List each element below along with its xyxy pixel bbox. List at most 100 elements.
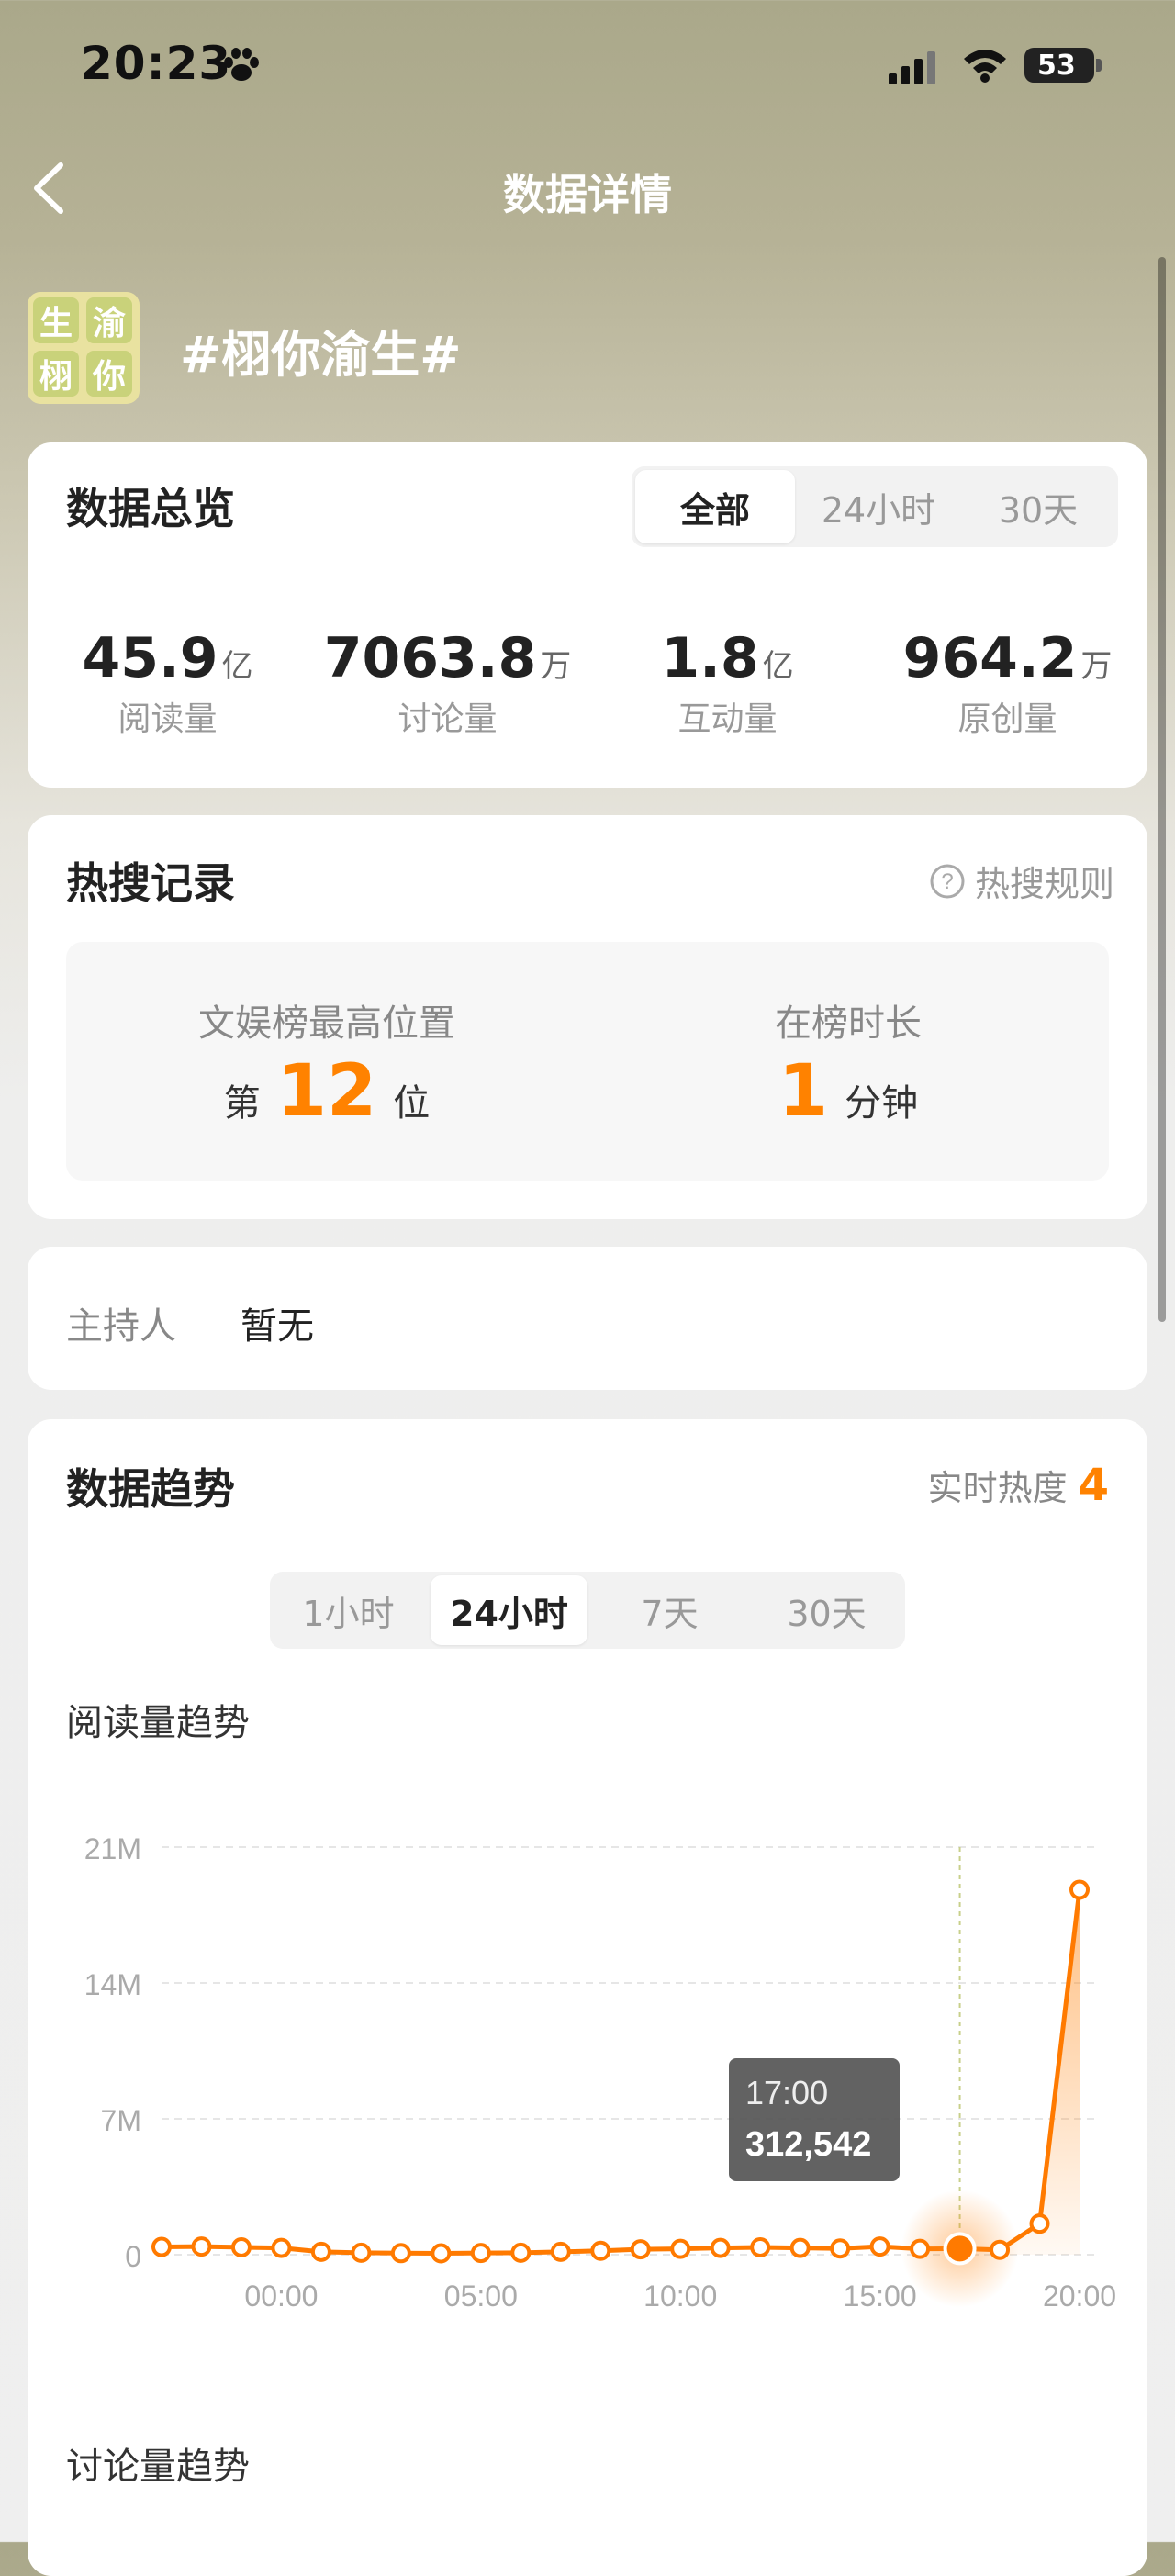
overview-stats: 45.9 亿 阅读量 7063.8 万 讨论量 1.8 亿 互动量 964.2 万 原创… bbox=[28, 626, 1147, 745]
data-point bbox=[431, 2243, 452, 2264]
data-point bbox=[271, 2237, 292, 2258]
x-tick-label: 05:00 bbox=[444, 2279, 518, 2313]
duration-label: 在榜时长 bbox=[775, 1002, 922, 1045]
read-trend-title: 阅读量趋势 bbox=[66, 1702, 250, 1744]
best-rank-label: 文娱榜最高位置 bbox=[198, 1002, 455, 1045]
stat-original: 964.2 万 原创量 bbox=[867, 626, 1147, 745]
discuss-trend-title: 讨论量趋势 bbox=[66, 2446, 250, 2488]
svg-text:?: ? bbox=[941, 869, 953, 894]
tab-24h[interactable]: 24小时 bbox=[431, 1575, 588, 1645]
stat-label: 互动量 bbox=[677, 700, 778, 738]
duration-suffix: 分钟 bbox=[845, 1082, 919, 1125]
data-point bbox=[151, 2236, 172, 2257]
data-point-highlight bbox=[943, 2232, 977, 2266]
stat-label: 原创量 bbox=[957, 700, 1058, 738]
x-tick-label: 20:00 bbox=[1043, 2279, 1116, 2313]
heat-value: 4 bbox=[1078, 1460, 1109, 1511]
stat-label: 阅读量 bbox=[118, 700, 218, 738]
stat-value: 7063.8 bbox=[323, 626, 537, 690]
data-point bbox=[351, 2242, 372, 2263]
data-point bbox=[869, 2236, 890, 2257]
page-title: 数据详情 bbox=[503, 170, 672, 219]
data-point bbox=[630, 2239, 651, 2260]
stat-read: 45.9 亿 阅读量 bbox=[28, 626, 308, 745]
best-rank-value-row: 第 12 位 bbox=[66, 1050, 588, 1133]
status-bar: 20:23 53 bbox=[0, 0, 1175, 129]
x-tick-label: 10:00 bbox=[643, 2279, 717, 2313]
y-tick-label: 7M bbox=[101, 2104, 141, 2137]
data-point bbox=[710, 2237, 731, 2258]
hot-search-panel: 文娱榜最高位置 第 12 位 在榜时长 1 分钟 bbox=[66, 942, 1109, 1181]
duration-value: 1 bbox=[778, 1050, 829, 1133]
tab-24h[interactable]: 24小时 bbox=[799, 466, 958, 547]
hot-search-rule-link[interactable]: ? 热搜规则 bbox=[929, 856, 1114, 906]
data-point bbox=[590, 2240, 611, 2261]
series-area bbox=[1000, 1889, 1080, 2255]
data-point bbox=[990, 2239, 1011, 2260]
data-point bbox=[830, 2238, 851, 2259]
y-tick-label: 14M bbox=[84, 1968, 141, 2001]
tooltip-time: 17:00 bbox=[745, 2074, 828, 2111]
avatar-char: 生 bbox=[33, 297, 79, 343]
duration: 在榜时长 1 分钟 bbox=[588, 942, 1109, 1181]
stat-unit: 亿 bbox=[221, 648, 253, 685]
hot-search-title: 热搜记录 bbox=[66, 858, 235, 908]
data-point bbox=[510, 2242, 532, 2263]
trend-card: 数据趋势 实时热度 4 1小时 24小时 7天 30天 阅读量趋势 21M 14M… bbox=[28, 1419, 1147, 2576]
overview-title: 数据总览 bbox=[66, 484, 235, 533]
avatar-char: 渝 bbox=[86, 297, 132, 343]
data-point bbox=[910, 2238, 931, 2259]
stat-value: 45.9 bbox=[82, 626, 218, 690]
data-point bbox=[750, 2236, 771, 2257]
topic-avatar: 生 渝 栩 你 bbox=[28, 292, 140, 404]
paw-icon bbox=[224, 48, 259, 81]
data-point bbox=[230, 2236, 252, 2257]
y-tick-label: 0 bbox=[125, 2240, 141, 2273]
trend-tabs: 1小时 24小时 7天 30天 bbox=[270, 1572, 905, 1649]
tooltip-value: 312,542 bbox=[745, 2125, 871, 2164]
battery-icon: 53 bbox=[1024, 48, 1094, 83]
realtime-heat: 实时热度 4 bbox=[928, 1460, 1109, 1511]
data-point bbox=[470, 2243, 491, 2264]
trend-title: 数据趋势 bbox=[66, 1464, 235, 1514]
stat-value: 964.2 bbox=[902, 626, 1078, 690]
stat-value: 1.8 bbox=[661, 626, 759, 690]
data-point bbox=[1029, 2213, 1050, 2234]
wifi-icon bbox=[964, 50, 1006, 83]
stat-unit: 万 bbox=[540, 648, 572, 685]
data-point bbox=[550, 2241, 571, 2262]
data-point bbox=[191, 2236, 212, 2257]
avatar-char: 你 bbox=[86, 351, 132, 397]
duration-value-row: 1 分钟 bbox=[588, 1050, 1109, 1133]
tab-30d[interactable]: 30天 bbox=[748, 1572, 905, 1649]
topic-name: #栩你渝生# bbox=[180, 326, 462, 384]
avatar-char: 栩 bbox=[33, 351, 79, 397]
tab-7d[interactable]: 7天 bbox=[591, 1572, 748, 1649]
data-point bbox=[310, 2241, 331, 2262]
best-rank: 文娱榜最高位置 第 12 位 bbox=[66, 942, 588, 1181]
data-point bbox=[789, 2237, 811, 2258]
stat-unit: 亿 bbox=[762, 648, 794, 685]
stat-interact: 1.8 亿 互动量 bbox=[588, 626, 867, 745]
tab-1h[interactable]: 1小时 bbox=[270, 1572, 427, 1649]
host-card: 主持人 暂无 bbox=[28, 1247, 1147, 1390]
scrollbar[interactable] bbox=[1158, 257, 1166, 1322]
topic-header: 生 渝 栩 你 #栩你渝生# bbox=[28, 292, 1129, 406]
cellular-signal-icon bbox=[889, 51, 935, 84]
best-rank-prefix: 第 bbox=[223, 1082, 261, 1125]
tab-30d[interactable]: 30天 bbox=[958, 466, 1118, 547]
best-rank-value: 12 bbox=[276, 1050, 377, 1133]
stat-label: 讨论量 bbox=[397, 700, 498, 738]
overview-tabs: 全部 24小时 30天 bbox=[632, 466, 1118, 547]
tab-all[interactable]: 全部 bbox=[635, 470, 795, 543]
overview-card: 数据总览 全部 24小时 30天 45.9 亿 阅读量 7063.8 万 讨论量 1… bbox=[28, 442, 1147, 788]
stat-discuss: 7063.8 万 讨论量 bbox=[308, 626, 588, 745]
hot-search-rule-label: 热搜规则 bbox=[974, 864, 1114, 904]
data-point bbox=[1069, 1879, 1090, 1900]
hot-search-card: 热搜记录 ? 热搜规则 文娱榜最高位置 第 12 位 在榜时长 1 分钟 bbox=[28, 815, 1147, 1219]
help-icon: ? bbox=[930, 864, 965, 898]
data-point bbox=[390, 2243, 411, 2264]
read-trend-chart: 21M 14M 7M 0 00:00 05:00 10:00 15:00 20:00 17:00 3… bbox=[84, 1832, 1116, 2313]
host-value: 暂无 bbox=[241, 1305, 314, 1348]
stat-unit: 万 bbox=[1080, 648, 1113, 685]
